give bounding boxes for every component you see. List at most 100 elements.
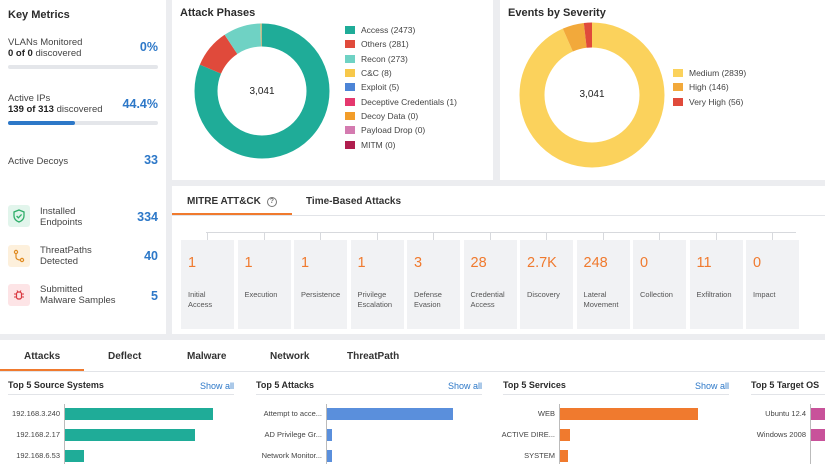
top-services-title: Top 5 Services xyxy=(503,380,566,390)
path-icon xyxy=(8,245,30,267)
target-os-bar-row[interactable]: Windows 2008 xyxy=(751,429,825,441)
bar[interactable] xyxy=(560,408,698,420)
attack-phase-legend-item[interactable]: Decoy Data (0) xyxy=(345,109,457,123)
source-systems-bar-row[interactable]: 192.168.6.53 xyxy=(8,450,214,462)
tab-attacks[interactable]: Attacks xyxy=(24,351,60,362)
bar[interactable] xyxy=(811,429,825,441)
source-systems-bar-row[interactable]: 192.168.2.17 xyxy=(8,429,214,441)
phase-label: Defense Evasion xyxy=(414,290,442,309)
malware-samples-value: 5 xyxy=(151,289,158,303)
legend-swatch xyxy=(345,97,355,106)
malware-samples-label: Submitted Malware Samples xyxy=(40,284,116,306)
bar[interactable] xyxy=(327,408,453,420)
phase-count: 11 xyxy=(696,255,712,271)
installed-endpoints-metric[interactable]: Installed Endpoints 334 xyxy=(8,205,158,229)
mitre-phase-tile[interactable]: 1 Execution xyxy=(237,240,291,329)
malware-samples-metric[interactable]: Submitted Malware Samples 5 xyxy=(8,284,158,308)
services-bar-row[interactable]: SYSTEM xyxy=(503,450,699,462)
severity-legend-item[interactable]: High (146) xyxy=(673,80,746,94)
installed-endpoints-value: 334 xyxy=(137,210,158,224)
phase-count: 1 xyxy=(357,255,366,271)
help-circle-icon[interactable]: ? xyxy=(266,197,277,207)
mitre-phase-tile[interactable]: 0 Collection xyxy=(633,240,686,329)
bar[interactable] xyxy=(560,429,570,441)
legend-swatch xyxy=(345,40,355,49)
attack-phase-legend-item[interactable]: Payload Drop (0) xyxy=(345,123,457,137)
show-all-attacks-link[interactable]: Show all xyxy=(448,381,482,391)
bar[interactable] xyxy=(811,408,825,420)
mitre-phase-tile[interactable]: 1 Initial Access xyxy=(181,240,234,329)
mitre-phase-tile[interactable]: 2.7K Discovery xyxy=(520,240,573,329)
phase-label: Privilege Escalation xyxy=(357,290,393,309)
attack-phase-legend-item[interactable]: MITM (0) xyxy=(345,137,457,151)
attacks-bar-row[interactable]: Attempt to acce... xyxy=(256,408,454,420)
bottom-panel: Attacks Deflect Malware Network ThreatPath T… xyxy=(0,340,825,464)
target-os-bar-row[interactable]: Ubuntu 12.4 xyxy=(751,408,825,420)
phase-connector-tick xyxy=(376,232,378,240)
attack-phase-legend-item[interactable]: Exploit (5) xyxy=(345,80,457,94)
active-decoys-metric[interactable]: Active Decoys 33 xyxy=(8,153,158,169)
panel-divider xyxy=(8,394,234,395)
legend-label: Access (2473) xyxy=(361,25,416,36)
tab-mitre-attack[interactable]: MITRE ATT&CK? xyxy=(187,196,277,207)
bar[interactable] xyxy=(65,408,213,420)
mitre-phase-tile[interactable]: 11 Exfiltration xyxy=(689,240,743,329)
legend-label: Others (281) xyxy=(361,39,409,50)
show-all-source-systems-link[interactable]: Show all xyxy=(200,381,234,391)
phase-count: 1 xyxy=(244,255,253,271)
severity-legend-item[interactable]: Very High (56) xyxy=(673,95,746,109)
bottom-active-tab-indicator xyxy=(0,369,84,371)
panel-divider xyxy=(751,394,825,395)
attacks-bar-row[interactable]: AD Privilege Gr... xyxy=(256,429,454,441)
key-metrics-title: Key Metrics xyxy=(8,9,70,21)
active-ips-value: 44.4% xyxy=(122,97,158,111)
mitre-phase-tile[interactable]: 248 Lateral Movement xyxy=(576,240,630,329)
attack-phases-card: Attack Phases 3,041 Access (2473) Others … xyxy=(172,0,493,180)
show-all-services-link[interactable]: Show all xyxy=(695,381,729,391)
active-ips-progress-fill xyxy=(8,121,75,125)
events-by-severity-title: Events by Severity xyxy=(508,7,606,19)
phase-count: 1 xyxy=(301,255,310,271)
tab-malware[interactable]: Malware xyxy=(187,351,226,362)
mitre-phase-tile[interactable]: 28 Credential Access xyxy=(463,240,517,329)
phase-count: 248 xyxy=(583,255,608,271)
attack-phase-legend-item[interactable]: Recon (273) xyxy=(345,52,457,66)
mitre-phase-tile[interactable]: 0 Impact xyxy=(746,240,799,329)
mitre-phase-tile[interactable]: 3 Defense Evasion xyxy=(407,240,460,329)
bar[interactable] xyxy=(560,450,569,462)
mitre-phase-tile[interactable]: 1 Privilege Escalation xyxy=(350,240,404,329)
vlans-label: VLANs Monitored xyxy=(8,37,83,48)
mitre-phase-tile[interactable]: 1 Persistence xyxy=(294,240,347,329)
tab-network[interactable]: Network xyxy=(270,351,309,362)
bar[interactable] xyxy=(65,450,85,462)
attack-phase-legend-item[interactable]: Deceptive Credentials (1) xyxy=(345,94,457,108)
attack-phase-legend-item[interactable]: Others (281) xyxy=(345,37,457,51)
bar-label: Attempt to acce... xyxy=(263,409,322,418)
tab-threatpath[interactable]: ThreatPath xyxy=(347,351,399,362)
top-source-systems-panel: Top 5 Source Systems Show all 192.168.3.… xyxy=(8,380,234,464)
tab-deflect[interactable]: Deflect xyxy=(108,351,141,362)
attack-phases-title: Attack Phases xyxy=(180,7,256,19)
threatpaths-label: ThreatPaths Detected xyxy=(40,245,92,267)
bar[interactable] xyxy=(65,429,196,441)
bar-label: 192.168.2.17 xyxy=(16,430,60,439)
attack-phase-legend-item[interactable]: C&C (8) xyxy=(345,66,457,80)
legend-label: Medium (2839) xyxy=(689,68,747,79)
vlans-metric[interactable]: VLANs Monitored 0 of 0 discovered 0% xyxy=(8,37,158,71)
phase-connector-tick xyxy=(207,232,208,240)
legend-label: MITM (0) xyxy=(361,139,396,150)
events-by-severity-total: 3,041 xyxy=(579,89,605,100)
source-systems-bar-row[interactable]: 192.168.3.240 xyxy=(8,408,214,420)
services-bar-row[interactable]: ACTIVE DIRE... xyxy=(502,429,699,441)
attacks-bar-row[interactable]: Network Monitor... xyxy=(256,450,454,462)
bar-label: WEB xyxy=(537,409,555,418)
bar[interactable] xyxy=(327,429,333,441)
bar[interactable] xyxy=(327,450,333,462)
tab-time-based-attacks[interactable]: Time-Based Attacks xyxy=(306,196,401,207)
attack-phase-legend-item[interactable]: Access (2473) xyxy=(345,23,457,37)
severity-legend-item[interactable]: Medium (2839) xyxy=(673,66,746,80)
threatpaths-metric[interactable]: ThreatPaths Detected 40 xyxy=(8,245,158,269)
services-bar-row[interactable]: WEB xyxy=(503,408,699,420)
active-decoys-label: Active Decoys xyxy=(8,156,69,167)
active-ips-metric[interactable]: Active IPs 139 of 313 discovered 44.4% xyxy=(8,93,158,127)
